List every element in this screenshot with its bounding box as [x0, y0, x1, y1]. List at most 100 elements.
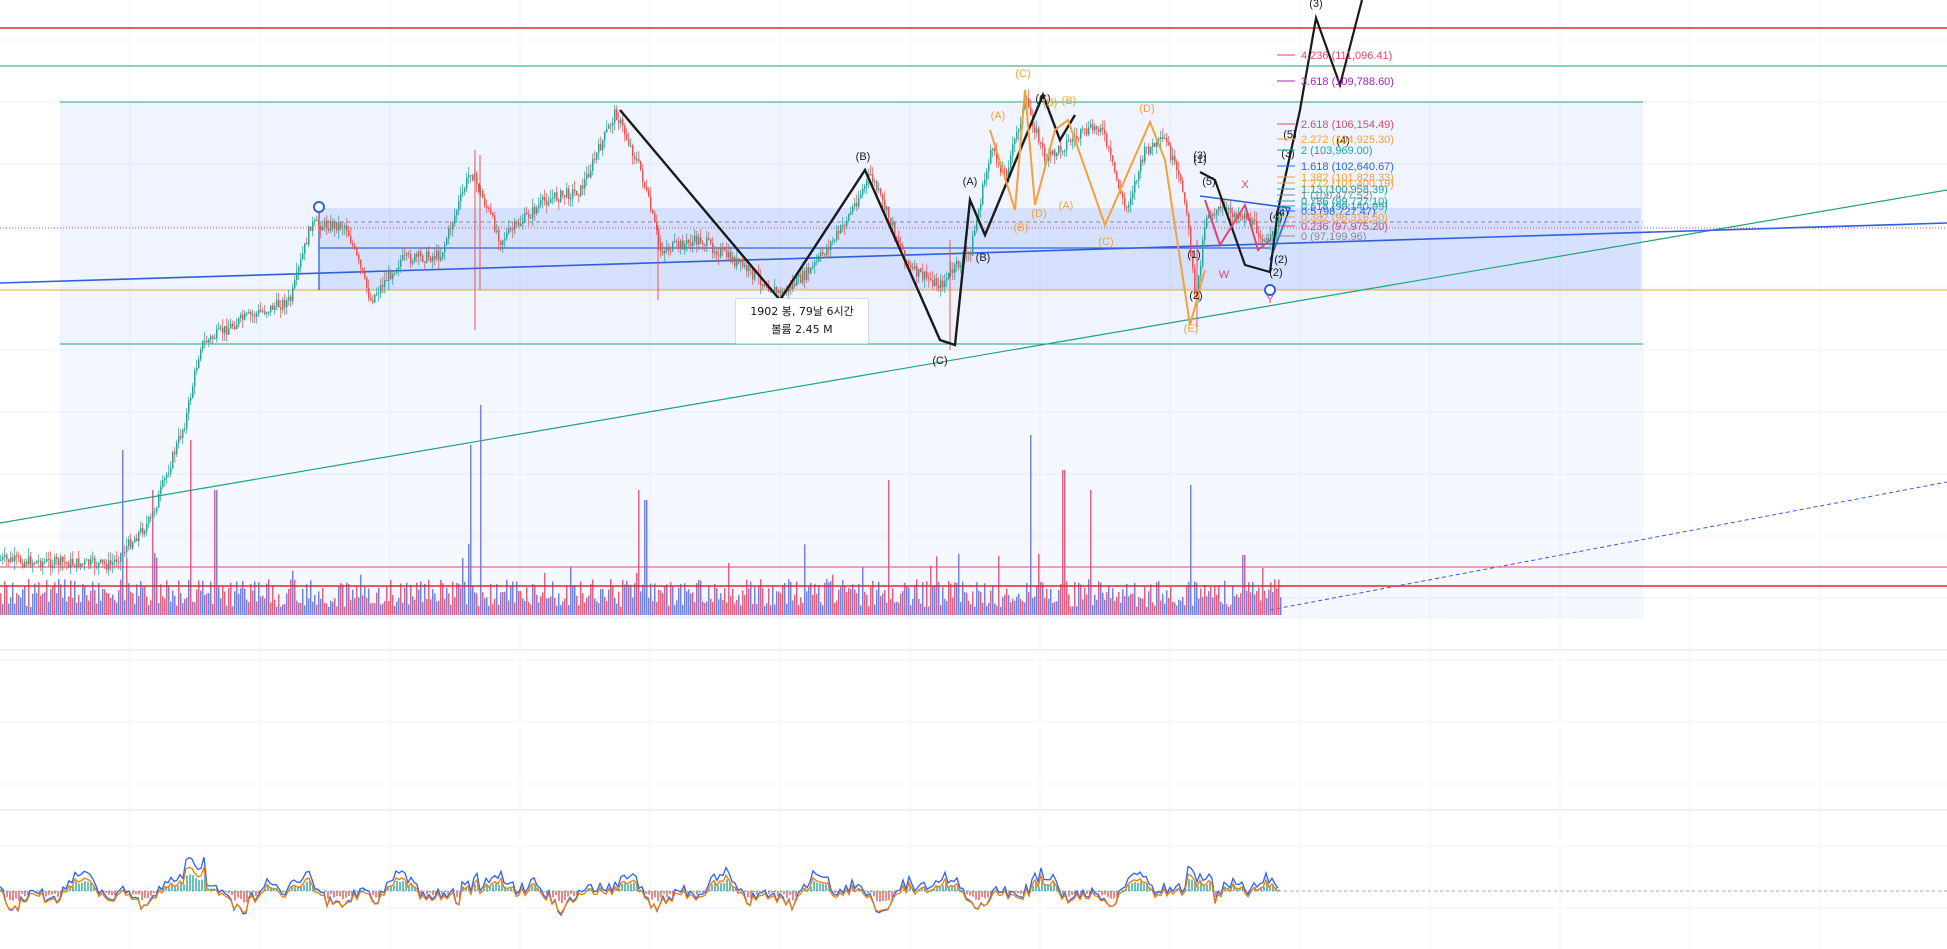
- candle-body: [970, 252, 972, 256]
- candle-body: [590, 170, 592, 178]
- candle-body: [888, 206, 890, 219]
- candle-body: [562, 190, 564, 196]
- candle-body: [332, 221, 334, 229]
- oscillator-histogram-bar: [1140, 881, 1142, 891]
- volume-bar: [702, 601, 704, 615]
- candle-body: [1106, 133, 1108, 147]
- volume-bar: [862, 567, 864, 615]
- candle-body: [1158, 139, 1160, 141]
- price-chart[interactable]: (B)(A)(B)(C)(C)(3)(1)(5)(2)(4)(3)(4)(5)(…: [0, 0, 1947, 949]
- oscillator-histogram-bar: [1131, 883, 1133, 891]
- volume-bar: [1026, 582, 1028, 615]
- volume-bar: [794, 594, 796, 615]
- volume-bar: [528, 601, 530, 615]
- volume-bar: [26, 605, 28, 615]
- volume-bar: [996, 605, 998, 615]
- oscillator-histogram-bar: [669, 891, 671, 895]
- oscillator-histogram-bar: [570, 891, 572, 895]
- candle-body: [58, 559, 60, 566]
- volume-bar: [410, 584, 412, 615]
- oscillator-histogram-bar: [561, 891, 563, 904]
- oscillator-histogram-bar: [144, 891, 146, 898]
- candle-body: [262, 311, 264, 313]
- volume-bar: [48, 601, 50, 615]
- oscillator-histogram-bar: [555, 891, 557, 896]
- volume-bar: [526, 587, 528, 615]
- volume-bar: [550, 596, 552, 615]
- candle-body: [322, 226, 324, 231]
- volume-bar: [752, 603, 754, 615]
- candle-body: [796, 277, 798, 286]
- volume-bar: [764, 605, 766, 615]
- oscillator-histogram-bar: [1095, 891, 1097, 893]
- candle-body: [684, 243, 686, 250]
- blue-anchor-handle[interactable]: [313, 201, 325, 213]
- candle-body: [794, 283, 796, 286]
- candle-body: [1062, 151, 1064, 153]
- candle-body: [572, 189, 574, 198]
- candle-body: [628, 139, 630, 146]
- volume-bar: [638, 490, 640, 615]
- volume-bar: [692, 592, 694, 615]
- oscillator-histogram-bar: [132, 891, 134, 895]
- candle-body: [1202, 240, 1204, 266]
- oscillator-histogram-bar: [786, 891, 788, 898]
- volume-bar: [1258, 587, 1260, 615]
- volume-bar: [836, 600, 838, 615]
- volume-bar: [674, 605, 676, 615]
- candle-body: [822, 252, 824, 255]
- candle-body: [818, 256, 820, 261]
- fib-level-label: 2 (103,969.00): [1301, 145, 1373, 157]
- oscillator-histogram-bar: [1017, 891, 1019, 894]
- volume-bar: [942, 587, 944, 615]
- candle-body: [992, 148, 994, 150]
- oscillator-histogram-bar: [333, 891, 335, 898]
- candle-body: [228, 328, 230, 335]
- candle-body: [1176, 161, 1178, 171]
- candle-body: [1110, 147, 1112, 156]
- candle-body: [18, 556, 20, 558]
- volume-bar: [1064, 470, 1066, 615]
- candle-body: [778, 290, 780, 293]
- volume-bar: [596, 601, 598, 615]
- candle-body: [12, 557, 14, 562]
- volume-bar: [480, 405, 482, 615]
- candle-body: [100, 559, 102, 563]
- oscillator-fast-line: [0, 856, 1279, 917]
- oscillator-histogram-bar: [1209, 882, 1211, 891]
- candle-body: [530, 217, 532, 219]
- volume-bar: [1076, 606, 1078, 615]
- candle-body: [182, 429, 184, 438]
- volume-bar: [756, 603, 758, 615]
- candle-body: [116, 559, 118, 562]
- candle-body: [316, 220, 318, 222]
- candle-body: [642, 169, 644, 182]
- volume-bar: [838, 589, 840, 615]
- candle-body: [1138, 171, 1140, 181]
- oscillator-histogram-bar: [645, 891, 647, 894]
- volume-bar: [1024, 602, 1026, 615]
- volume-bar: [376, 592, 378, 615]
- candle-body: [244, 313, 246, 320]
- candle-body: [460, 193, 462, 202]
- oscillator-histogram-bar: [747, 891, 749, 898]
- candle-body: [746, 264, 748, 272]
- candle-body: [498, 230, 500, 242]
- volume-bar: [204, 594, 206, 615]
- oscillator-histogram-bar: [231, 891, 233, 896]
- candle-body: [1112, 155, 1114, 162]
- candle-body: [726, 250, 728, 258]
- oscillator-histogram-bar: [630, 883, 632, 891]
- volume-bar: [590, 584, 592, 615]
- volume-bar: [1124, 596, 1126, 615]
- volume-bar: [540, 596, 542, 615]
- volume-bar: [96, 603, 98, 615]
- candle-body: [676, 241, 678, 243]
- candle-body: [1134, 180, 1136, 193]
- candle-body: [1100, 127, 1102, 132]
- volume-bar: [288, 589, 290, 615]
- volume-bar: [636, 572, 638, 615]
- volume-bar: [1204, 585, 1206, 615]
- volume-bar: [566, 585, 568, 615]
- candle-body: [1254, 219, 1256, 222]
